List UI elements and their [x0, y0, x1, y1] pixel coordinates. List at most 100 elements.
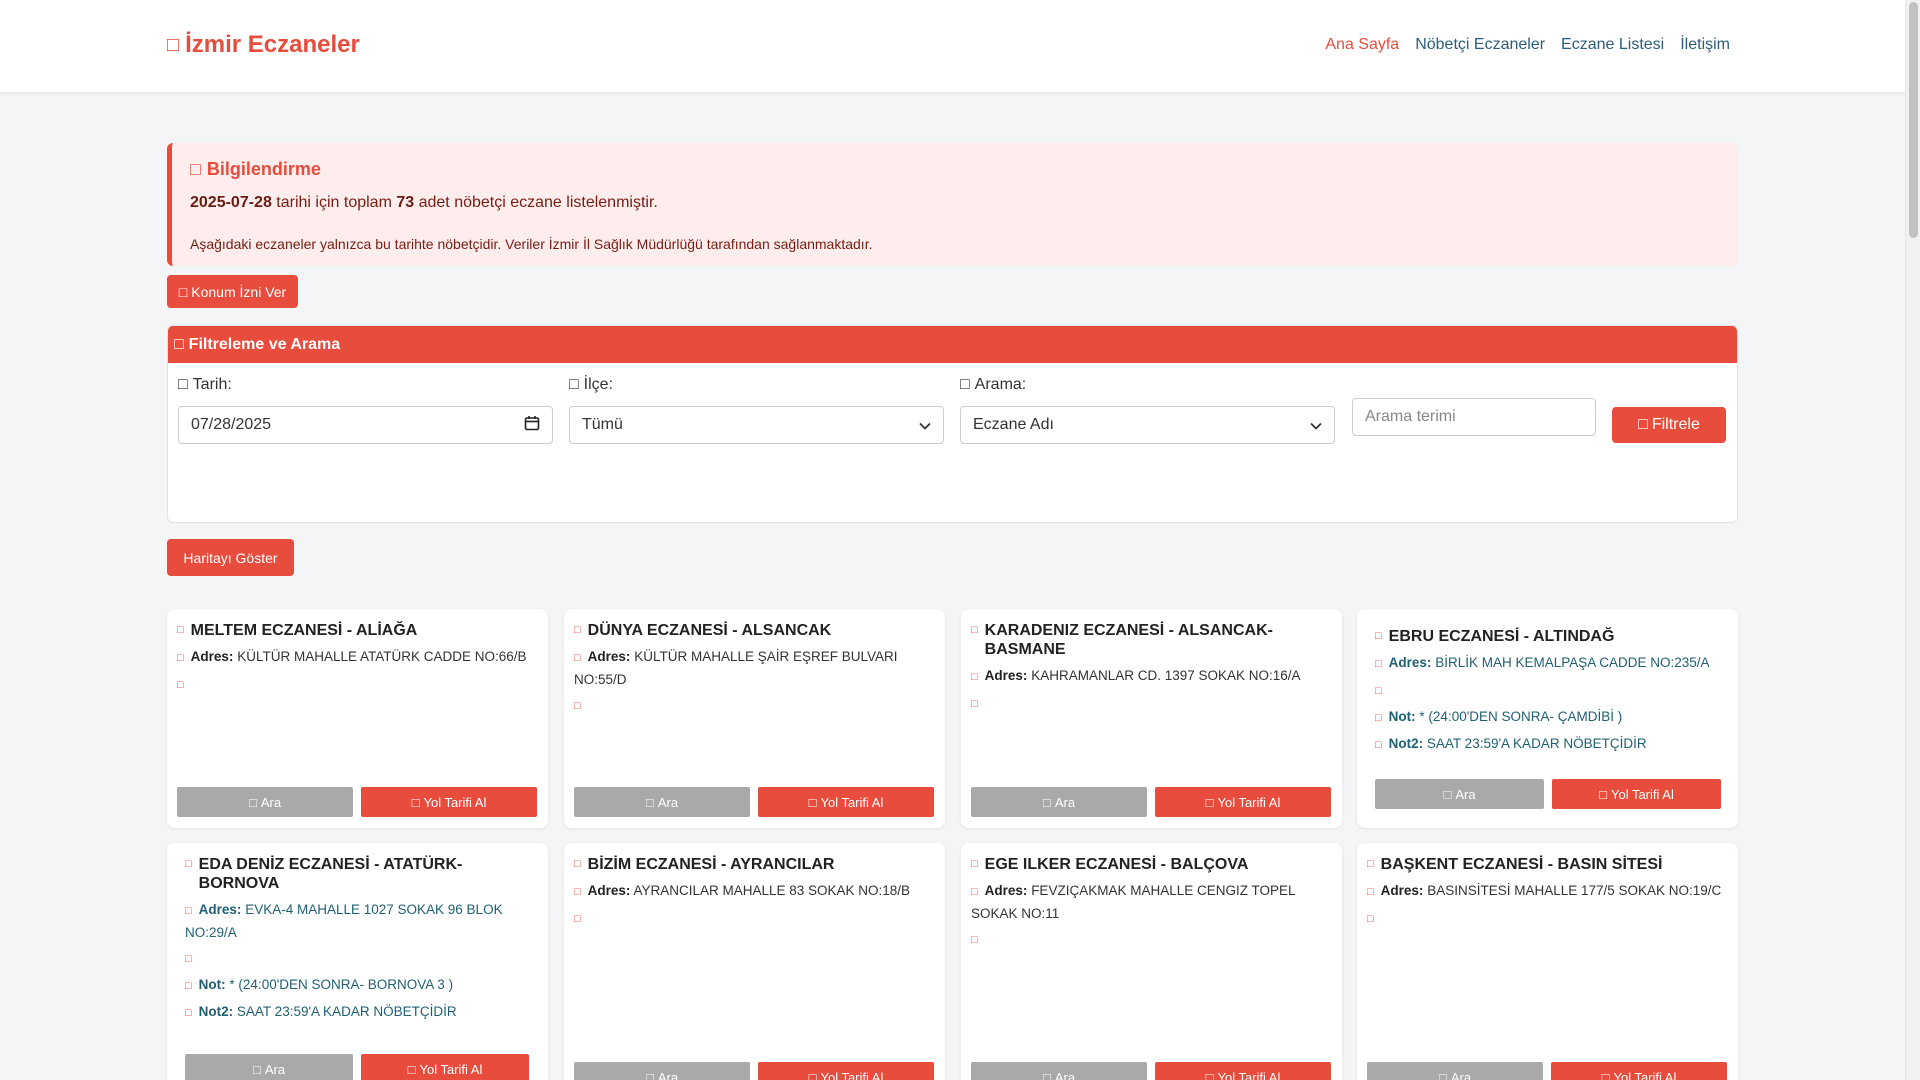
directions-icon: □ — [407, 1061, 416, 1077]
call-button-label: Ara — [1450, 1069, 1472, 1080]
pharmacy-icon: □ — [1367, 858, 1374, 870]
note-label: Not: — [198, 977, 226, 992]
call-button-label: Ara — [1455, 786, 1476, 802]
brand-logo[interactable]: □ İzmir Eczaneler — [167, 31, 360, 59]
directions-button[interactable]: □ Yol Tarifi Al — [361, 787, 537, 817]
pharmacy-phone: □ — [971, 692, 1332, 715]
scrollbar-thumb[interactable] — [1909, 2, 1918, 238]
info-title-text: Bilgilendirme — [206, 159, 321, 179]
info-icon: □ — [190, 159, 201, 179]
call-button[interactable]: □ Ara — [1375, 779, 1544, 809]
info-icon: □ — [185, 980, 192, 992]
location-permission-button[interactable]: □ Konum İzni Ver — [167, 275, 298, 308]
address-value: KÜLTÜR MAHALLE ATATÜRK CADDE NO:66/B — [237, 649, 527, 664]
info-summary: 2025-07-28 tarihi için toplam 73 adet nö… — [190, 194, 1720, 212]
date-value: 07/28/2025 — [191, 416, 272, 433]
calendar-picker-icon[interactable] — [524, 415, 540, 436]
directions-button[interactable]: □ Yol Tarifi Al — [361, 1054, 529, 1080]
note-label: Not: — [1388, 709, 1416, 724]
nav-link-home[interactable]: Ana Sayfa — [1325, 36, 1399, 54]
directions-icon: □ — [1601, 1069, 1610, 1080]
pharmacy-name: □ DÜNYA ECZANESİ - ALSANCAK — [574, 621, 935, 640]
pharmacy-phone: □ — [185, 947, 530, 970]
nav-link-pharmacy-list[interactable]: Eczane Listesi — [1561, 36, 1664, 54]
info-count: 73 — [396, 194, 415, 211]
phone-icon: □ — [1042, 794, 1051, 810]
phone-icon: □ — [574, 700, 581, 712]
address-value: BİRLİK MAH KEMALPAŞA CADDE NO:235/A — [1435, 655, 1710, 670]
pharmacy-address: □ Adres: FEVZIÇAKMAK MAHALLE CENGIZ TOPEL… — [971, 880, 1332, 924]
pharmacy-name-text: BİZİM ECZANESİ - AYRANCILAR — [587, 856, 835, 873]
pharmacy-name: □ EBRU ECZANESİ - ALTINDAĞ — [1375, 627, 1720, 646]
phone-icon: □ — [185, 953, 192, 965]
pharmacy-card: □ DÜNYA ECZANESİ - ALSANCAK □ Adres: KÜLTÜR… — [564, 609, 945, 828]
pharmacy-icon: □ — [185, 858, 192, 870]
pharmacy-name-text: EBRU ECZANESİ - ALTINDAĞ — [1388, 628, 1615, 645]
info-note: Aşağıdaki eczaneler yalnızca bu tarihte … — [190, 236, 873, 252]
directions-button-label: Yol Tarifi Al — [820, 794, 884, 810]
directions-button[interactable]: □ Yol Tarifi Al — [1552, 779, 1721, 809]
pharmacy-address: □ Adres: KAHRAMANLAR CD. 1397 SOKAK NO:16… — [971, 665, 1332, 688]
address-label: Adres: — [1388, 655, 1432, 670]
filter-icon: □ — [174, 335, 184, 353]
info-date: 2025-07-28 — [190, 194, 272, 211]
info-text-1: tarihi için toplam — [276, 194, 392, 211]
directions-button[interactable]: □ Yol Tarifi Al — [758, 787, 934, 817]
pharmacy-note: □ Not: * (24:00'DEN SONRA- BORNOVA 3 ) — [185, 974, 530, 997]
note-value: * (24:00'DEN SONRA- ÇAMDİBİ ) — [1419, 709, 1623, 724]
pharmacy-name: □ MELTEM ECZANESİ - ALİAĞA — [177, 621, 538, 640]
call-button[interactable]: □ Ara — [574, 787, 750, 817]
pharmacy-name-text: KARADENIZ ECZANESİ - ALSANCAK-BASMANE — [984, 622, 1273, 658]
pharmacy-icon: □ — [1375, 630, 1382, 642]
address-label: Adres: — [587, 883, 631, 898]
pharmacy-name-text: BAŞKENT ECZANESİ - BASIN SİTESİ — [1380, 856, 1663, 873]
calendar-icon: □ — [178, 376, 188, 393]
map-marker-icon: □ — [1375, 658, 1382, 670]
call-button[interactable]: □ Ara — [574, 1062, 750, 1080]
pharmacy-phone: □ — [971, 928, 1332, 951]
nav-link-contact[interactable]: İletişim — [1680, 36, 1730, 54]
date-input[interactable]: 07/28/2025 — [178, 406, 553, 444]
phone-icon: □ — [574, 913, 581, 925]
show-map-button[interactable]: Haritayı Göster — [167, 539, 294, 576]
pharmacy-icon: □ — [971, 624, 978, 636]
pharmacy-address: □ Adres: AYRANCILAR MAHALLE 83 SOKAK NO:1… — [574, 880, 935, 903]
directions-button[interactable]: □ Yol Tarifi Al — [1155, 1062, 1331, 1080]
info-text-2: adet nöbetçi eczane listelenmiştir. — [418, 194, 658, 211]
pharmacy-phone: □ — [1367, 907, 1728, 930]
directions-button[interactable]: □ Yol Tarifi Al — [758, 1062, 934, 1080]
pharmacy-icon: □ — [574, 624, 581, 636]
pharmacy-name-text: EDA DENİZ ECZANESİ - ATATÜRK-BORNOVA — [198, 856, 463, 892]
pharmacy-note2: □ Not2: SAAT 23:59'A KADAR NÖBETÇİDİR — [185, 1001, 530, 1024]
card-actions: □ Ara □ Yol Tarifi Al — [971, 1062, 1331, 1080]
phone-icon: □ — [971, 698, 978, 710]
card-actions: □ Ara □ Yol Tarifi Al — [574, 1062, 934, 1080]
pharmacy-name: □ EDA DENİZ ECZANESİ - ATATÜRK-BORNOVA — [185, 855, 530, 893]
nav-link-on-duty[interactable]: Nöbetçi Eczaneler — [1415, 36, 1545, 54]
map-marker-icon: □ — [1367, 886, 1374, 898]
pharmacy-card: □ BAŞKENT ECZANESİ - BASIN SİTESİ □ Adres: … — [1357, 843, 1738, 1080]
pharmacy-icon: □ — [167, 33, 180, 56]
filter-button-icon: □ — [1638, 416, 1648, 433]
search-input[interactable]: Arama terimi — [1352, 398, 1596, 436]
call-button[interactable]: □ Ara — [971, 787, 1147, 817]
search-type-select[interactable]: Eczane Adı — [960, 406, 1335, 444]
directions-button[interactable]: □ Yol Tarifi Al — [1155, 787, 1331, 817]
district-label-text: İlçe: — [583, 376, 614, 393]
call-button[interactable]: □ Ara — [185, 1054, 353, 1080]
map-marker-icon: □ — [574, 886, 581, 898]
note2-label: Not2: — [1388, 736, 1424, 751]
call-button[interactable]: □ Ara — [1367, 1062, 1543, 1080]
directions-button-label: Yol Tarifi Al — [423, 794, 487, 810]
filter-button-label: Filtrele — [1651, 416, 1700, 433]
scrollbar[interactable] — [1905, 0, 1920, 1080]
district-select[interactable]: Tümü — [569, 406, 944, 444]
pharmacy-card: □ BİZİM ECZANESİ - AYRANCILAR □ Adres: AYRA… — [564, 843, 945, 1080]
call-button[interactable]: □ Ara — [971, 1062, 1147, 1080]
call-button[interactable]: □ Ara — [177, 787, 353, 817]
filter-button[interactable]: □ Filtrele — [1612, 407, 1726, 443]
call-button-label: Ara — [1054, 794, 1076, 810]
pharmacy-name-text: DÜNYA ECZANESİ - ALSANCAK — [587, 622, 832, 639]
directions-button[interactable]: □ Yol Tarifi Al — [1551, 1062, 1727, 1080]
pharmacy-name-text: EGE ILKER ECZANESİ - BALÇOVA — [984, 856, 1249, 873]
